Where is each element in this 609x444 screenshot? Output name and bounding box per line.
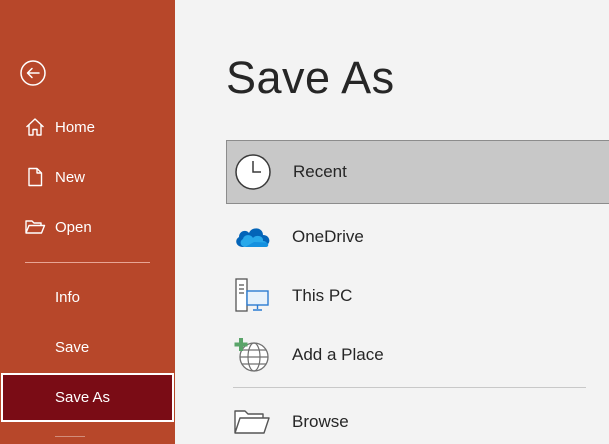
nav-item-save-label: Save — [55, 338, 90, 356]
this-pc-icon — [232, 276, 272, 316]
location-browse-label: Browse — [292, 412, 349, 431]
location-add-place-label: Add a Place — [292, 345, 384, 364]
nav-item-new-label: New — [55, 168, 86, 186]
nav-item-save-as[interactable]: Save As — [1, 373, 174, 422]
add-place-globe-icon — [232, 335, 272, 375]
backstage-nav: Home New Open Info Save Save As — [0, 0, 175, 444]
nav-item-open-label: Open — [55, 218, 92, 236]
nav-item-overflow[interactable] — [55, 436, 85, 443]
home-icon — [24, 116, 46, 138]
back-arrow-icon — [20, 60, 46, 86]
backstage-view: Home New Open Info Save Save As Save As … — [0, 0, 609, 444]
page-title: Save As — [226, 52, 395, 103]
back-button[interactable] — [20, 60, 46, 86]
location-recent[interactable]: Recent — [226, 140, 609, 204]
location-onedrive[interactable]: OneDrive — [226, 205, 609, 269]
clock-icon — [233, 152, 273, 192]
location-onedrive-label: OneDrive — [292, 227, 364, 246]
onedrive-cloud-icon — [232, 217, 272, 257]
locations-divider — [233, 387, 586, 388]
nav-item-home-label: Home — [55, 118, 96, 136]
location-add-place[interactable]: Add a Place — [226, 323, 609, 387]
nav-item-home[interactable]: Home — [0, 107, 175, 147]
location-browse[interactable]: Browse — [226, 390, 609, 444]
nav-item-save[interactable]: Save — [0, 327, 175, 367]
new-document-icon — [24, 166, 46, 188]
nav-item-info[interactable]: Info — [0, 277, 175, 317]
location-this-pc[interactable]: This PC — [226, 264, 609, 328]
nav-item-open[interactable]: Open — [0, 207, 175, 247]
location-recent-label: Recent — [293, 162, 347, 181]
save-as-pane: Save As Recent OneDrive This PC Add a Pl… — [175, 0, 609, 444]
nav-item-new[interactable]: New — [0, 157, 175, 197]
nav-item-info-label: Info — [55, 288, 81, 306]
nav-divider — [25, 262, 150, 263]
location-this-pc-label: This PC — [292, 286, 353, 305]
open-folder-icon — [24, 216, 46, 238]
nav-item-save-as-label: Save As — [55, 389, 111, 406]
browse-folder-icon — [232, 402, 272, 442]
